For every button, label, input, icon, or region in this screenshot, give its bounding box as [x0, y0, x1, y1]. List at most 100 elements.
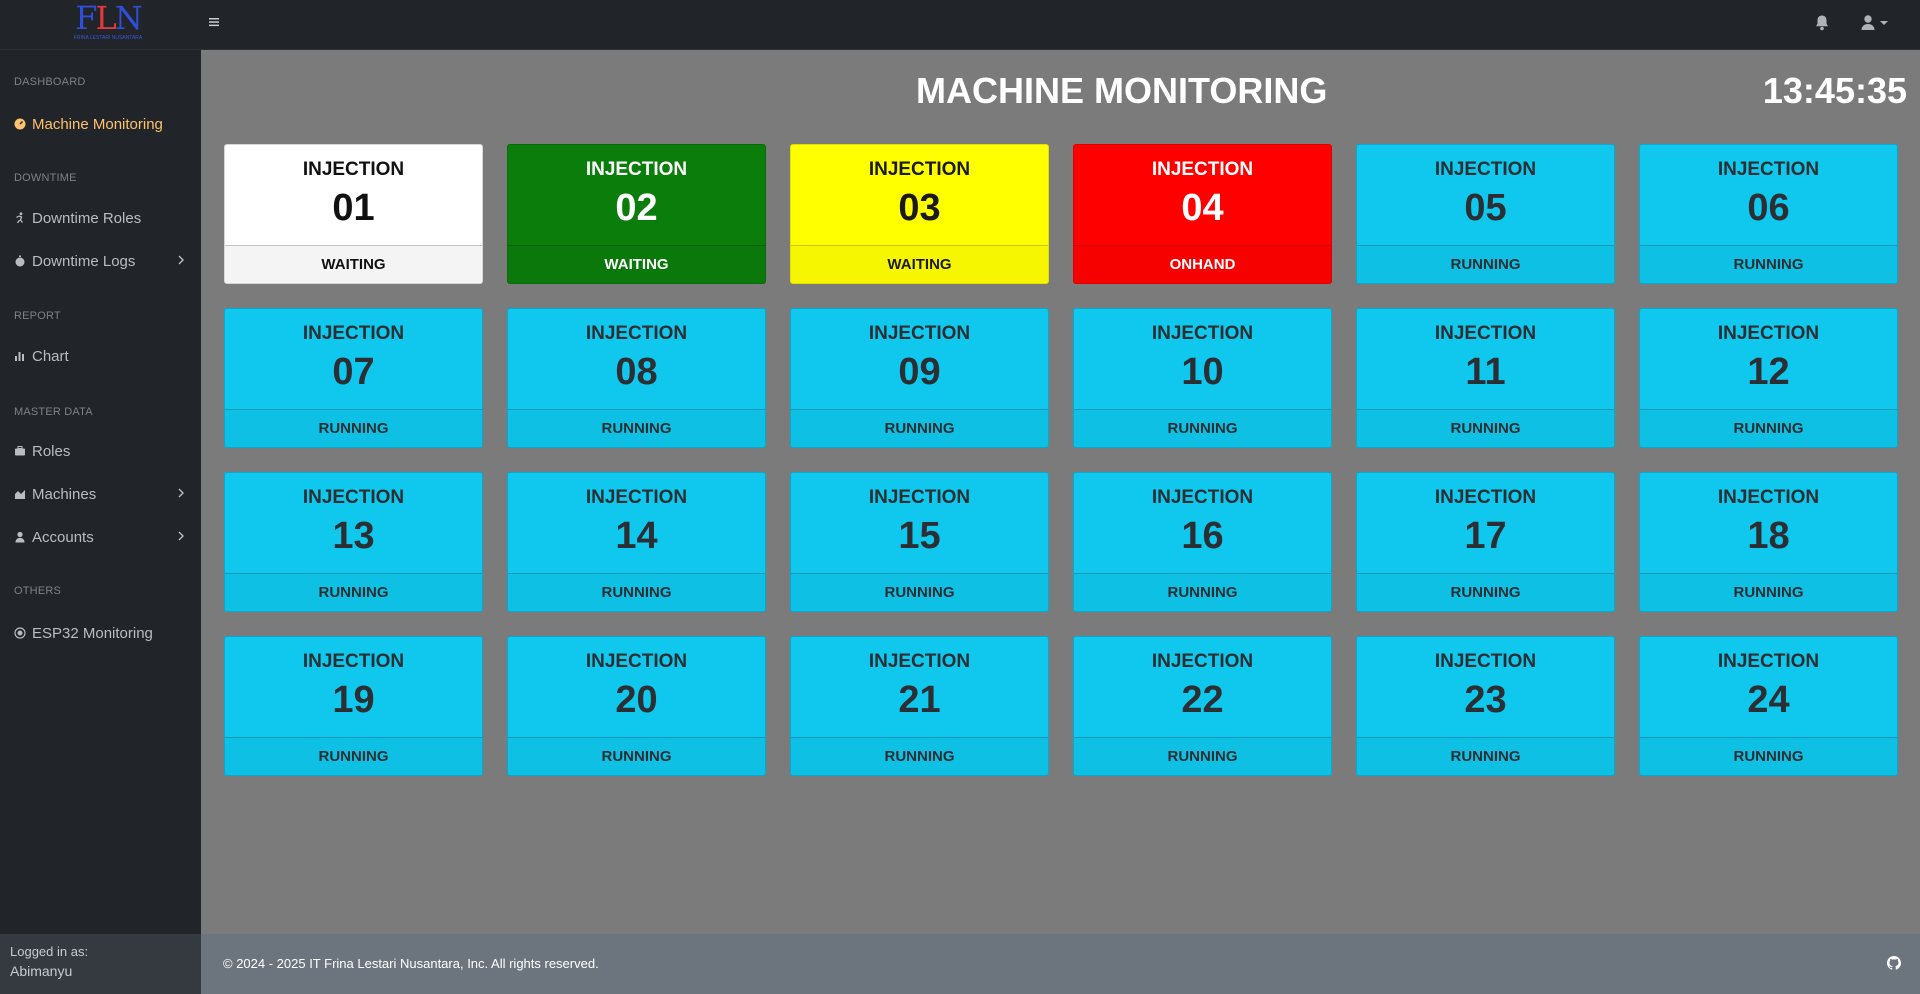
logo-mark: FLN	[75, 0, 142, 37]
machine-card-15[interactable]: INJECTION 15 RUNNING	[790, 472, 1049, 612]
machine-card-04[interactable]: INJECTION 04 ONHAND	[1073, 144, 1332, 284]
machine-card-13[interactable]: INJECTION 13 RUNNING	[224, 472, 483, 612]
machine-card-17[interactable]: INJECTION 17 RUNNING	[1356, 472, 1615, 612]
user-menu-dropdown[interactable]	[1860, 14, 1892, 36]
sidebar-item-label: Machines	[32, 485, 97, 503]
machine-number: 20	[615, 679, 658, 721]
machine-card-19[interactable]: INJECTION 19 RUNNING	[224, 636, 483, 776]
bell-icon[interactable]	[1814, 14, 1834, 36]
machine-label: INJECTION	[302, 487, 405, 508]
hamburger-icon[interactable]	[208, 14, 224, 34]
sidebar-item-chart[interactable]: Chart	[0, 338, 201, 374]
logged-in-label: Logged in as:	[10, 944, 89, 959]
sidebar-item-downtime-roles[interactable]: Downtime Roles	[0, 200, 201, 236]
machine-label: INJECTION	[868, 323, 971, 344]
sidebar-item-machine-monitoring[interactable]: Machine Monitoring	[0, 106, 201, 142]
machine-card-01[interactable]: INJECTION 01 WAITING	[224, 144, 483, 284]
running-icon	[14, 212, 26, 224]
machine-card-11[interactable]: INJECTION 11 RUNNING	[1356, 308, 1615, 448]
machine-number: 02	[615, 187, 658, 229]
machine-card-22[interactable]: INJECTION 22 RUNNING	[1073, 636, 1332, 776]
machine-number: 23	[1464, 679, 1507, 721]
machine-card-09[interactable]: INJECTION 09 RUNNING	[790, 308, 1049, 448]
machine-status: ONHAND	[1074, 245, 1331, 283]
machine-label: INJECTION	[1434, 651, 1537, 672]
machine-card-21[interactable]: INJECTION 21 RUNNING	[790, 636, 1049, 776]
sidebar-heading-report: REPORT	[14, 310, 61, 322]
machine-card-23[interactable]: INJECTION 23 RUNNING	[1356, 636, 1615, 776]
machine-number: 12	[1747, 351, 1790, 393]
machine-label: INJECTION	[1151, 159, 1254, 180]
sidebar-item-downtime-logs[interactable]: Downtime Logs	[0, 243, 201, 279]
machine-number: 17	[1464, 515, 1507, 557]
sidebar-item-label: ESP32 Monitoring	[32, 624, 153, 642]
machine-card-06[interactable]: INJECTION 06 RUNNING	[1639, 144, 1898, 284]
machine-card-12[interactable]: INJECTION 12 RUNNING	[1639, 308, 1898, 448]
machine-card-14[interactable]: INJECTION 14 RUNNING	[507, 472, 766, 612]
machine-card-10[interactable]: INJECTION 10 RUNNING	[1073, 308, 1332, 448]
machine-status: RUNNING	[1074, 737, 1331, 775]
machine-card-18[interactable]: INJECTION 18 RUNNING	[1639, 472, 1898, 612]
machine-status: RUNNING	[508, 573, 765, 611]
machine-status: RUNNING	[1357, 737, 1614, 775]
machine-label: INJECTION	[1717, 651, 1820, 672]
machine-number: 18	[1747, 515, 1790, 557]
machine-status: RUNNING	[791, 409, 1048, 447]
copyright-text: © 2024 - 2025 IT Frina Lestari Nusantara…	[223, 956, 599, 971]
machine-card-02[interactable]: INJECTION 02 WAITING	[507, 144, 766, 284]
machine-card-05[interactable]: INJECTION 05 RUNNING	[1356, 144, 1615, 284]
github-icon[interactable]	[1887, 956, 1903, 972]
sidebar-item-label: Machine Monitoring	[32, 115, 163, 133]
machine-label: INJECTION	[302, 651, 405, 672]
machine-label: INJECTION	[1717, 323, 1820, 344]
machine-number: 05	[1464, 187, 1507, 229]
machine-number: 13	[332, 515, 375, 557]
machine-status: RUNNING	[1640, 409, 1897, 447]
machine-label: INJECTION	[585, 651, 688, 672]
clock-display: 13:45:35	[1762, 70, 1907, 111]
sidebar-item-label: Downtime Logs	[32, 252, 136, 270]
machine-status: RUNNING	[225, 409, 482, 447]
machine-card-08[interactable]: INJECTION 08 RUNNING	[507, 308, 766, 448]
page-footer: © 2024 - 2025 IT Frina Lestari Nusantara…	[201, 934, 1920, 994]
machine-label: INJECTION	[585, 159, 688, 180]
machine-number: 04	[1181, 187, 1224, 229]
sidebar-item-label: Accounts	[32, 528, 94, 546]
machine-card-07[interactable]: INJECTION 07 RUNNING	[224, 308, 483, 448]
machine-card-24[interactable]: INJECTION 24 RUNNING	[1639, 636, 1898, 776]
machine-number: 01	[332, 187, 375, 229]
machine-status: RUNNING	[1357, 573, 1614, 611]
bar-chart-icon	[14, 350, 26, 362]
sidebar-item-accounts[interactable]: Accounts	[0, 519, 201, 555]
machine-status: RUNNING	[508, 409, 765, 447]
machine-number: 19	[332, 679, 375, 721]
machine-status: WAITING	[791, 245, 1048, 283]
machine-number: 21	[898, 679, 941, 721]
chevron-right-icon	[177, 529, 187, 545]
sidebar-item-esp32-monitoring[interactable]: ESP32 Monitoring	[0, 615, 201, 651]
machine-status: RUNNING	[225, 573, 482, 611]
area-chart-icon	[14, 488, 26, 500]
sidebar-item-roles[interactable]: Roles	[0, 433, 201, 469]
machine-label: INJECTION	[1151, 323, 1254, 344]
machine-card-20[interactable]: INJECTION 20 RUNNING	[507, 636, 766, 776]
machine-card-03[interactable]: INJECTION 03 WAITING	[790, 144, 1049, 284]
page-title: MACHINE MONITORING	[916, 70, 1328, 111]
machine-label: INJECTION	[585, 323, 688, 344]
machine-card-16[interactable]: INJECTION 16 RUNNING	[1073, 472, 1332, 612]
chevron-right-icon	[177, 486, 187, 502]
machine-status: RUNNING	[508, 737, 765, 775]
sidebar-item-machines[interactable]: Machines	[0, 476, 201, 512]
machine-number: 11	[1465, 351, 1506, 393]
brand-logo[interactable]: FLN FRINA LESTARI NUSANTARA	[64, 2, 152, 46]
machine-status: RUNNING	[1357, 409, 1614, 447]
machine-number: 24	[1747, 679, 1790, 721]
sidebar-heading-others: OTHERS	[14, 585, 62, 597]
machine-label: INJECTION	[302, 323, 405, 344]
machine-label: INJECTION	[1434, 487, 1537, 508]
sidebar-item-label: Chart	[32, 347, 69, 365]
machine-label: INJECTION	[1717, 159, 1820, 180]
sidebar-heading-master-data: MASTER DATA	[14, 406, 93, 418]
machine-status: RUNNING	[791, 737, 1048, 775]
machine-label: INJECTION	[585, 487, 688, 508]
